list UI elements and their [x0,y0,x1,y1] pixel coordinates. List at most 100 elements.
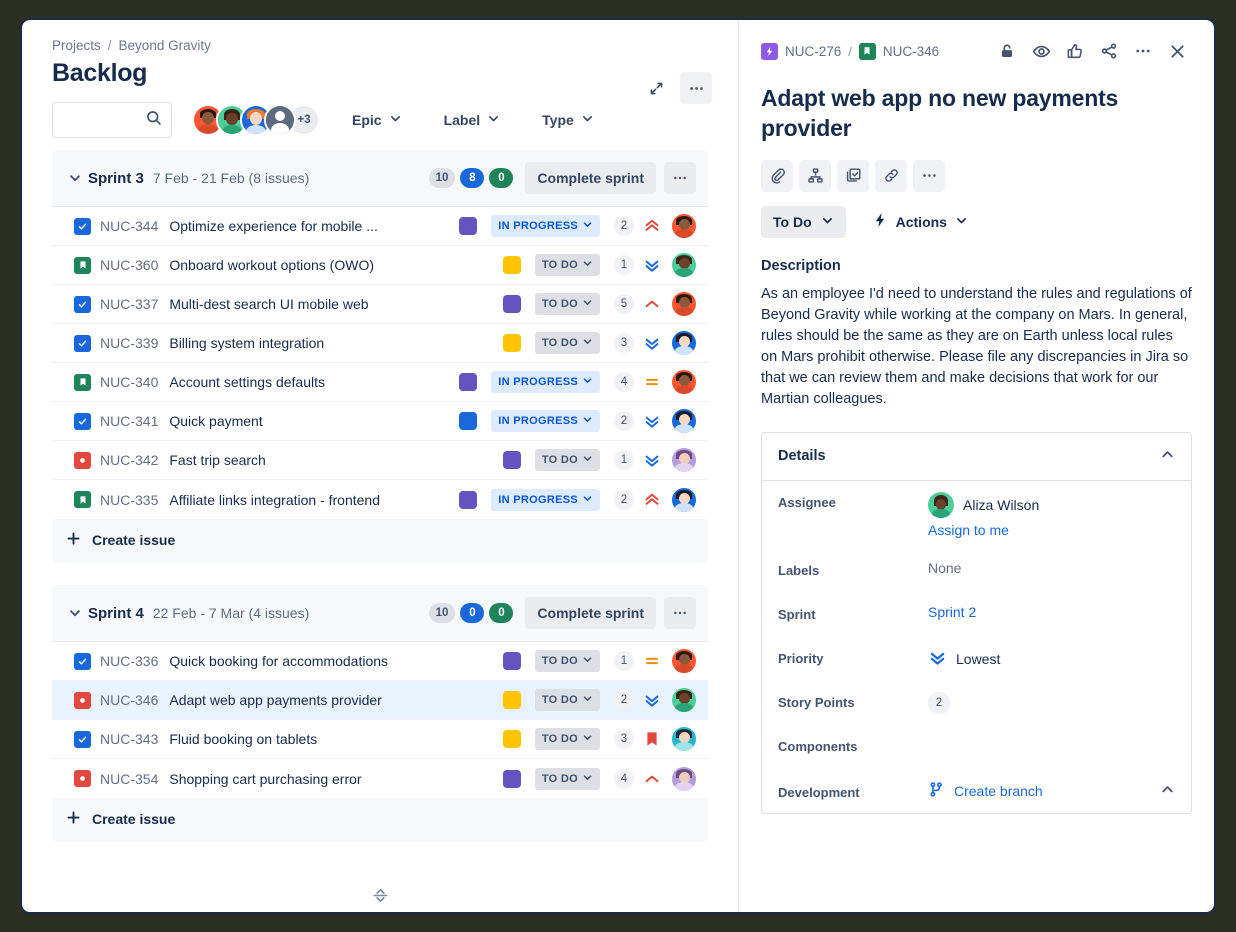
epic-color-chip[interactable] [503,730,521,748]
chevron-up-icon[interactable] [1160,447,1175,466]
issue-status-dropdown[interactable]: TO DO [535,728,600,750]
detail-epic-key[interactable]: NUC-276 [785,44,841,59]
child-issue-icon[interactable] [799,160,831,192]
avatar[interactable] [672,214,696,238]
search-input[interactable] [61,113,145,128]
issue-row[interactable]: NUC-337Multi-dest search UI mobile webTO… [52,285,708,324]
close-icon[interactable] [1162,36,1192,66]
issue-key[interactable]: NUC-354 [100,771,158,787]
share-icon[interactable] [1094,36,1124,66]
issue-row[interactable]: NUC-346Adapt web app payments providerTO… [52,681,708,720]
epic-color-chip[interactable] [503,691,521,709]
filter-label[interactable]: Label [434,105,511,135]
filter-epic[interactable]: Epic [342,105,412,135]
avatar[interactable] [928,492,954,518]
chevron-down-icon[interactable] [66,169,84,187]
epic-color-chip[interactable] [459,412,477,430]
avatar[interactable] [672,370,696,394]
avatar[interactable] [672,767,696,791]
thumbs-up-icon[interactable] [1060,36,1090,66]
issue-status-dropdown[interactable]: TO DO [535,293,600,315]
issue-status-dropdown[interactable]: IN PROGRESS [491,371,600,393]
issue-key[interactable]: NUC-337 [100,296,158,312]
issue-status-dropdown[interactable]: TO DO [535,650,600,672]
issue-key[interactable]: NUC-343 [100,731,158,747]
epic-color-chip[interactable] [503,652,521,670]
issue-row[interactable]: NUC-354Shopping cart purchasing errorTO … [52,759,708,798]
issue-row[interactable]: NUC-343Fluid booking on tabletsTO DO3 [52,720,708,759]
watch-eye-icon[interactable] [1026,36,1056,66]
epic-color-chip[interactable] [459,373,477,391]
avatar[interactable] [672,331,696,355]
search-box[interactable] [52,102,172,138]
actions-dropdown[interactable]: Actions [864,206,976,238]
lock-icon[interactable] [992,36,1022,66]
chevron-down-icon[interactable] [66,604,84,622]
issue-row[interactable]: NUC-360Onboard workout options (OWO)TO D… [52,246,708,285]
issue-status-dropdown[interactable]: TO DO [535,689,600,711]
issue-row[interactable]: NUC-341Quick paymentIN PROGRESS2 [52,402,708,441]
avatar-placeholder[interactable] [264,104,296,136]
epic-color-chip[interactable] [503,295,521,313]
description-text[interactable]: As an employee I'd need to understand th… [739,274,1214,410]
epic-color-chip[interactable] [503,770,521,788]
create-issue-button[interactable]: Create issue [52,798,708,840]
issue-row[interactable]: NUC-335Affiliate links integration - fro… [52,480,708,519]
avatar[interactable] [672,448,696,472]
issue-key[interactable]: NUC-340 [100,374,158,390]
chevron-up-icon[interactable] [1160,782,1175,800]
field-labels-value[interactable]: None [928,560,961,576]
issue-row[interactable]: NUC-340Account settings defaultsIN PROGR… [52,363,708,402]
issue-status-dropdown[interactable]: TO DO [535,768,600,790]
field-assignee-value[interactable]: Aliza Wilson [963,497,1039,513]
field-story-points-value[interactable]: 2 [928,692,950,714]
epic-color-chip[interactable] [503,451,521,469]
link-icon[interactable] [875,160,907,192]
status-dropdown[interactable]: To Do [761,206,846,238]
issue-key[interactable]: NUC-346 [100,692,158,708]
breadcrumb-projects[interactable]: Projects [52,38,101,53]
complete-sprint-button[interactable]: Complete sprint [525,597,656,629]
detail-issue-key[interactable]: NUC-346 [883,44,939,59]
issue-status-dropdown[interactable]: TO DO [535,332,600,354]
create-branch-link[interactable]: Create branch [954,783,1043,799]
complete-sprint-button[interactable]: Complete sprint [525,162,656,194]
issue-key[interactable]: NUC-335 [100,492,158,508]
avatar[interactable] [672,253,696,277]
sprint-more-options-icon[interactable] [664,162,696,194]
more-options-icon[interactable] [913,160,945,192]
epic-color-chip[interactable] [459,491,477,509]
details-card-header[interactable]: Details [762,433,1191,481]
more-options-icon[interactable] [1128,36,1158,66]
issue-key[interactable]: NUC-342 [100,452,158,468]
panel-resize-handle[interactable] [22,878,738,912]
issue-row[interactable]: NUC-344Optimize experience for mobile ..… [52,207,708,246]
issue-status-dropdown[interactable]: TO DO [535,254,600,276]
filter-type[interactable]: Type [532,105,604,135]
sprint-more-options-icon[interactable] [664,597,696,629]
avatar[interactable] [672,688,696,712]
issue-key[interactable]: NUC-344 [100,218,158,234]
issue-key[interactable]: NUC-360 [100,257,158,273]
epic-color-chip[interactable] [459,217,477,235]
field-priority-value[interactable]: Lowest [956,651,1000,667]
issue-row[interactable]: NUC-339Billing system integrationTO DO3 [52,324,708,363]
breadcrumb-project[interactable]: Beyond Gravity [119,38,211,53]
issue-key[interactable]: NUC-341 [100,413,158,429]
attach-icon[interactable] [761,160,793,192]
avatar[interactable] [672,488,696,512]
issue-row[interactable]: NUC-342Fast trip searchTO DO1 [52,441,708,480]
issue-status-dropdown[interactable]: TO DO [535,449,600,471]
issue-status-dropdown[interactable]: IN PROGRESS [491,410,600,432]
assign-to-me-link[interactable]: Assign to me [928,522,1039,538]
issue-status-dropdown[interactable]: IN PROGRESS [491,215,600,237]
epic-color-chip[interactable] [503,334,521,352]
epic-color-chip[interactable] [503,256,521,274]
issue-row[interactable]: NUC-336Quick booking for accommodationsT… [52,642,708,681]
issue-key[interactable]: NUC-336 [100,653,158,669]
create-issue-button[interactable]: Create issue [52,519,708,561]
avatar[interactable] [672,292,696,316]
avatar[interactable] [672,649,696,673]
avatar[interactable] [672,409,696,433]
issue-status-dropdown[interactable]: IN PROGRESS [491,489,600,511]
